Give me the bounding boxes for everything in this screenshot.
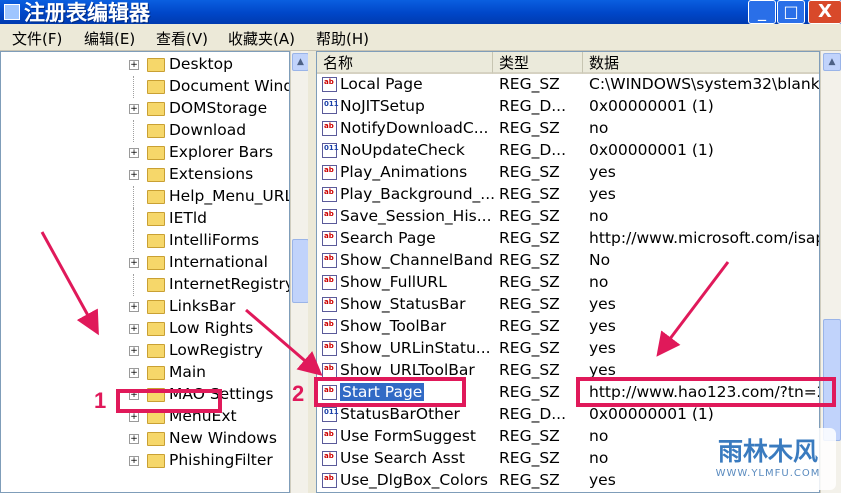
arrow-to-url-icon: [656, 261, 730, 357]
watermark-sub: WWW.YLMFU.COM: [715, 468, 821, 479]
watermark-main: 雨林木风: [717, 437, 818, 466]
arrow-to-start-page-icon: [245, 308, 323, 376]
annotation-arrows: [40, 231, 730, 376]
arrow-to-main-icon: [40, 231, 99, 336]
watermark-logo: 雨林木风 WWW.YLMFU.COM: [700, 428, 836, 490]
